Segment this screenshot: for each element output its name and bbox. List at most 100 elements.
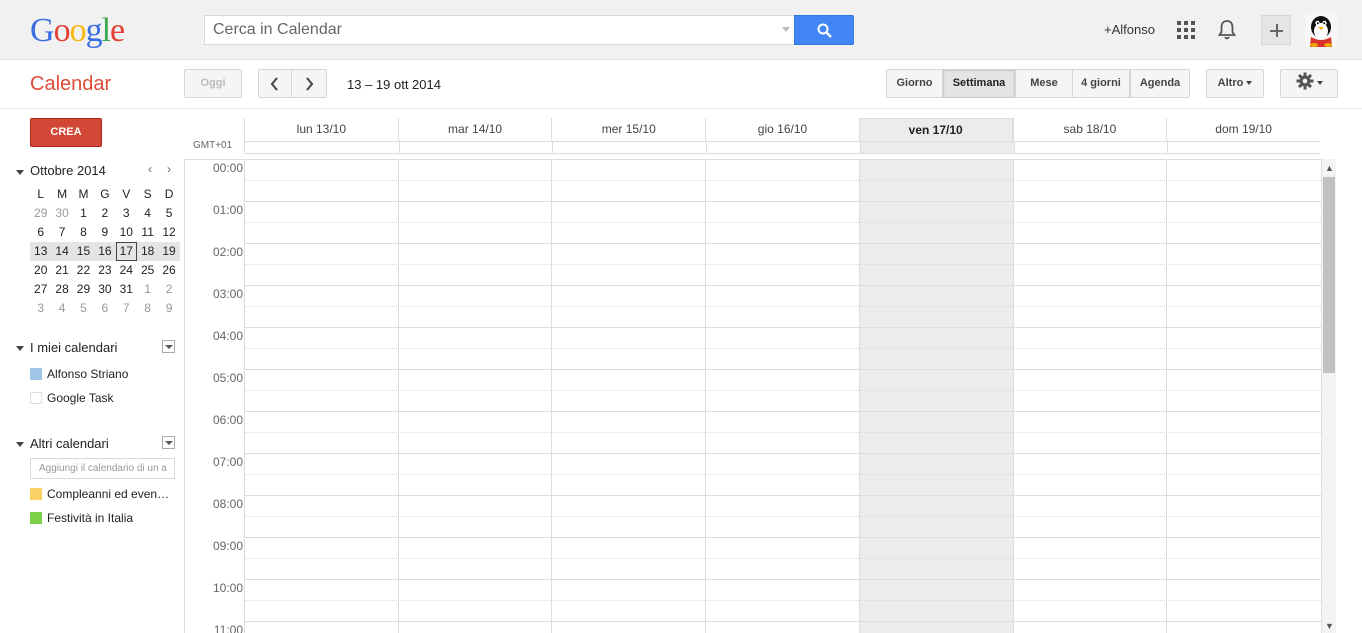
all-day-cell[interactable] xyxy=(398,142,553,153)
day-header[interactable]: ven 17/10 xyxy=(858,118,1013,141)
calendar-item[interactable]: Festività in Italia xyxy=(30,511,133,525)
mini-calendar-day[interactable]: 7 xyxy=(51,223,72,242)
mini-calendar-weekday: V xyxy=(122,187,131,201)
calendar-item[interactable]: Alfonso Striano xyxy=(30,367,128,381)
app-title[interactable]: Calendar xyxy=(30,73,111,96)
mini-calendar-today[interactable]: 17 xyxy=(115,242,137,261)
mini-calendar-day[interactable]: 8 xyxy=(73,223,94,242)
scroll-up-icon[interactable]: ▲ xyxy=(1325,163,1334,173)
view-month-button[interactable]: Mese xyxy=(1015,69,1073,98)
settings-button[interactable] xyxy=(1280,69,1338,98)
view-agenda-button[interactable]: Agenda xyxy=(1130,69,1190,98)
next-period-button[interactable] xyxy=(292,69,327,98)
mini-calendar-next-icon[interactable]: › xyxy=(167,162,171,176)
day-header[interactable]: lun 13/10 xyxy=(244,118,398,141)
all-day-cell[interactable] xyxy=(244,142,398,153)
mini-calendar-day[interactable]: 5 xyxy=(158,204,179,223)
add-calendar-input[interactable] xyxy=(30,458,175,479)
mini-calendar-day[interactable]: 22 xyxy=(73,261,94,280)
collapse-triangle-icon[interactable] xyxy=(16,346,24,351)
mini-calendar-day[interactable]: 9 xyxy=(158,299,179,318)
scrollbar-thumb[interactable] xyxy=(1323,177,1335,373)
view-4days-button[interactable]: 4 giorni xyxy=(1072,69,1130,98)
week-time-grid[interactable]: 00:00 01:00 02:00 03:00 04:00 05:00 06:00 07:00… xyxy=(184,159,1321,633)
mini-calendar-day[interactable]: 7 xyxy=(116,299,137,318)
mini-calendar-day[interactable]: 12 xyxy=(158,223,179,242)
mini-calendar-day[interactable]: 24 xyxy=(116,261,137,280)
mini-calendar-day[interactable]: 6 xyxy=(30,223,51,242)
avatar[interactable] xyxy=(1305,13,1337,47)
mini-calendar-day[interactable]: 10 xyxy=(116,223,137,242)
other-calendars-dropdown[interactable] xyxy=(162,436,175,449)
mini-calendar-day[interactable]: 9 xyxy=(94,223,115,242)
mini-calendar-day[interactable]: 27 xyxy=(30,280,51,299)
all-day-cell[interactable] xyxy=(706,142,860,153)
mini-calendar-day[interactable]: 3 xyxy=(116,204,137,223)
mini-calendar-day[interactable]: 6 xyxy=(94,299,115,318)
calendar-item[interactable]: Google Task xyxy=(30,391,114,405)
collapse-triangle-icon[interactable] xyxy=(16,442,24,447)
my-calendars-title[interactable]: I miei calendari xyxy=(30,340,117,355)
view-day-button[interactable]: Giorno xyxy=(886,69,943,98)
previous-period-button[interactable] xyxy=(258,69,292,98)
mini-calendar-day[interactable]: 2 xyxy=(158,280,179,299)
notifications-bell-icon[interactable] xyxy=(1217,19,1237,41)
all-day-cell[interactable] xyxy=(1013,142,1168,153)
my-calendars-dropdown[interactable] xyxy=(162,340,175,353)
mini-calendar-day[interactable]: 29 xyxy=(30,204,51,223)
create-event-button[interactable]: CREA xyxy=(30,118,102,147)
all-day-cell[interactable] xyxy=(1167,142,1321,153)
more-button[interactable]: Altro xyxy=(1206,69,1264,98)
mini-calendar-day[interactable]: 5 xyxy=(73,299,94,318)
mini-calendar-day[interactable]: 30 xyxy=(94,280,115,299)
mini-calendar-day[interactable]: 19 xyxy=(158,242,179,261)
all-day-row[interactable] xyxy=(244,141,1320,154)
mini-calendar-day[interactable]: 30 xyxy=(51,204,72,223)
mini-calendar-day[interactable]: 23 xyxy=(94,261,115,280)
search-input[interactable] xyxy=(205,16,775,44)
mini-calendar-day[interactable]: 21 xyxy=(51,261,72,280)
mini-calendar-day[interactable]: 8 xyxy=(137,299,158,318)
calendar-color-swatch xyxy=(30,368,42,380)
mini-calendar-day[interactable]: 20 xyxy=(30,261,51,280)
scroll-down-icon[interactable]: ▼ xyxy=(1325,621,1334,631)
collapse-triangle-icon[interactable] xyxy=(16,170,24,175)
search-options-caret-icon[interactable] xyxy=(782,27,790,32)
mini-calendar-day[interactable]: 1 xyxy=(73,204,94,223)
mini-calendar-day[interactable]: 4 xyxy=(51,299,72,318)
mini-calendar-day[interactable]: 16 xyxy=(94,242,115,261)
all-day-cell[interactable] xyxy=(859,142,1014,153)
mini-calendar-day[interactable]: 2 xyxy=(94,204,115,223)
share-plus-button[interactable] xyxy=(1261,15,1291,45)
mini-calendar-day[interactable]: 14 xyxy=(51,242,72,261)
day-header[interactable]: gio 16/10 xyxy=(705,118,859,141)
mini-calendar-day[interactable]: 13 xyxy=(30,242,51,261)
mini-calendar-day[interactable]: 11 xyxy=(137,223,158,242)
mini-calendar-prev-icon[interactable]: ‹ xyxy=(148,162,152,176)
google-logo[interactable]: Google xyxy=(30,12,125,50)
mini-calendar-day[interactable]: 28 xyxy=(51,280,72,299)
mini-calendar-title[interactable]: Ottobre 2014 xyxy=(30,163,106,178)
other-calendars-title[interactable]: Altri calendari xyxy=(30,436,109,451)
mini-calendar-day[interactable]: 25 xyxy=(137,261,158,280)
apps-grid-icon[interactable] xyxy=(1177,21,1195,39)
mini-calendar-day[interactable]: 1 xyxy=(137,280,158,299)
grid-scrollbar[interactable]: ▲ ▼ xyxy=(1321,159,1336,633)
all-day-cell[interactable] xyxy=(552,142,706,153)
today-button[interactable]: Oggi xyxy=(184,69,242,98)
mini-calendar-day[interactable]: 18 xyxy=(137,242,158,261)
view-week-button[interactable]: Settimana xyxy=(943,69,1015,98)
search-button[interactable] xyxy=(794,15,854,45)
user-profile-link[interactable]: +Alfonso xyxy=(1104,22,1155,37)
day-header[interactable]: mer 15/10 xyxy=(551,118,705,141)
mini-calendar-day[interactable]: 3 xyxy=(30,299,51,318)
mini-calendar-day[interactable]: 26 xyxy=(158,261,179,280)
mini-calendar-day[interactable]: 31 xyxy=(116,280,137,299)
mini-calendar-day[interactable]: 15 xyxy=(73,242,94,261)
mini-calendar-day[interactable]: 29 xyxy=(73,280,94,299)
calendar-item[interactable]: Compleanni ed even… xyxy=(30,487,169,501)
mini-calendar-day[interactable]: 4 xyxy=(137,204,158,223)
day-header[interactable]: dom 19/10 xyxy=(1166,118,1320,141)
day-header[interactable]: sab 18/10 xyxy=(1012,118,1167,141)
day-header[interactable]: mar 14/10 xyxy=(397,118,552,141)
